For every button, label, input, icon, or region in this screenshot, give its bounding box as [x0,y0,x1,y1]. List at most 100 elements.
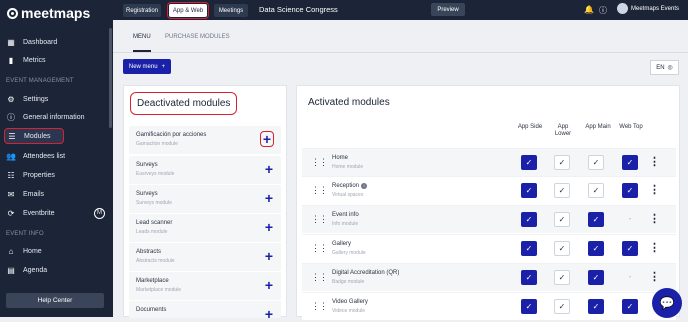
checkbox-app-side[interactable]: ✓ [521,155,537,170]
list-item[interactable]: Lead scanner Leads module + [129,214,281,242]
info-icon[interactable]: i [361,183,368,189]
more-options-icon[interactable]: ⋮ [649,241,660,254]
meetmaps-logo[interactable]: meetmaps [7,4,90,22]
sidebar-item-settings[interactable]: ⚙ Settings [4,91,108,107]
language-label: EN [656,64,665,71]
module-sub: Abstracts module [136,258,175,264]
sidebar-item-label: Modules [24,132,51,140]
list-item[interactable]: Surveys Surveys module + [129,185,281,213]
add-module-button[interactable]: + [265,278,273,292]
checkbox-app-lower[interactable]: ✓ [554,299,570,314]
preview-button[interactable]: Preview [431,3,465,16]
checkbox-app-lower[interactable]: ✓ [554,183,570,198]
more-options-icon[interactable]: ⋮ [649,212,660,225]
list-item[interactable]: Surveys Eusrveys module + [129,156,281,184]
more-options-icon[interactable]: ⋮ [649,155,660,168]
checkbox-app-side[interactable]: ✓ [521,212,537,227]
sidebar-section-event-info: EVENT INFO [6,231,44,237]
module-sub: Gamaction module [136,141,178,147]
email-icon: ✉ [7,189,15,199]
add-module-button[interactable]: + [265,249,273,263]
bell-icon[interactable]: 🔔 [584,5,594,14]
checkbox-app-lower[interactable]: ✓ [554,270,570,285]
chat-icon[interactable]: 💬 [652,288,682,318]
add-module-button[interactable]: + [265,307,273,321]
column-header-app-side: App Side [517,124,543,130]
sidebar-item-agenda[interactable]: ▤ Agenda [4,262,108,278]
tab-meetings[interactable]: Meetings [214,4,248,17]
tab-purchase-modules[interactable]: PURCHASE MODULES [165,34,230,40]
sidebar-item-label: Agenda [23,266,48,274]
drag-handle-icon[interactable]: ⋮⋮ [311,301,328,312]
page-tabs: MENU PURCHASE MODULES [113,20,688,53]
module-name: Reception i [332,183,368,189]
list-item[interactable]: Marketplace Marketplace module + [129,272,281,300]
tab-menu[interactable]: MENU [133,34,151,52]
new-menu-button[interactable]: New menu + [123,59,171,74]
add-module-button[interactable]: + [259,131,275,147]
tab-registration[interactable]: Registration [123,4,161,17]
column-header-app-lower: App Lower [554,124,572,137]
module-sub: Gallery module [332,250,366,256]
checkbox-app-main[interactable]: ✓ [588,299,604,314]
module-sub: Leads module [136,229,168,235]
drag-handle-icon[interactable]: ⋮⋮ [311,243,328,254]
drag-handle-icon[interactable]: ⋮⋮ [311,157,328,168]
checkbox-app-lower[interactable]: ✓ [554,212,570,227]
checkbox-web-top[interactable]: ✓ [622,155,638,170]
help-center-button[interactable]: Help Center [6,293,104,308]
checkbox-app-lower[interactable]: ✓ [554,155,570,170]
add-module-button[interactable]: + [265,191,273,205]
checkbox-app-side[interactable]: ✓ [521,270,537,285]
sidebar-item-metrics[interactable]: ▮ Metrics [4,52,108,68]
sidebar-item-properties[interactable]: ☷ Properties [4,167,108,183]
more-options-icon[interactable]: ⋮ [649,270,660,283]
sidebar-item-general-information[interactable]: ⓘ General information [4,109,108,125]
add-module-button[interactable]: + [265,162,273,176]
sidebar-item-dashboard[interactable]: ▦ Dashboard [4,34,108,50]
new-menu-label: New menu [128,63,158,70]
add-module-button[interactable]: + [265,220,273,234]
sidebar-item-attendees-list[interactable]: 👥 Attendees list [4,148,108,164]
drag-handle-icon[interactable]: ⋮⋮ [311,272,328,283]
sidebar-item-label: Properties [23,171,55,179]
table-row: ⋮⋮ Home Home module ✓ ✓ ✓ ✓ ⋮ [302,148,676,176]
sidebar-item-modules[interactable]: ☰ Modules [4,128,64,144]
checkbox-app-main[interactable]: ✓ [588,183,604,198]
checkbox-app-main[interactable]: ✓ [588,212,604,227]
calendar-icon: ▤ [7,265,15,275]
table-row: ⋮⋮ Reception i Virtual spaces ✓ ✓ ✓ ✓ ⋮ [302,176,676,204]
list-item[interactable]: Abstracts Abstracts module + [129,243,281,271]
module-name: Marketplace [136,278,169,284]
sidebar-scrollbar[interactable] [109,28,112,128]
sidebar-item-home[interactable]: ⌂ Home [4,243,108,259]
sidebar-item-eventbrite[interactable]: ⟳ Eventbrite M [4,205,108,221]
checkbox-app-main[interactable]: ✓ [588,270,604,285]
drag-handle-icon[interactable]: ⋮⋮ [311,214,328,225]
deactivated-modules-panel: Deactivated modules Gamificación por acc… [123,85,287,321]
checkbox-app-side[interactable]: ✓ [521,299,537,314]
checkbox-app-lower[interactable]: ✓ [554,241,570,256]
checkbox-app-side[interactable]: ✓ [521,183,537,198]
tab-app-web[interactable]: App & Web [167,2,209,19]
checkbox-app-main[interactable]: ✓ [588,241,604,256]
event-title: Data Science Congress [259,5,338,14]
checkbox-app-side[interactable]: ✓ [521,241,537,256]
module-name: Abstracts [136,249,162,255]
account-name: Meetmaps Events [631,5,680,12]
list-item[interactable]: Documents + [129,301,281,321]
activated-modules-panel: Activated modules App Side App Lower App… [296,85,680,320]
list-item[interactable]: Gamificación por acciones Gamaction modu… [129,126,281,154]
account-menu[interactable]: Meetmaps Events [617,3,679,14]
more-options-icon[interactable]: ⋮ [649,183,660,196]
help-icon[interactable]: ⓘ [599,5,607,16]
language-selector[interactable]: EN ◎ [650,60,679,75]
checkbox-web-top[interactable]: ✓ [622,299,638,314]
users-icon: 👥 [6,151,16,161]
checkbox-web-top[interactable]: ✓ [622,241,638,256]
checkbox-web-top[interactable]: ✓ [622,183,638,198]
checkbox-app-main[interactable]: ✓ [588,155,604,170]
drag-handle-icon[interactable]: ⋮⋮ [311,185,328,196]
sidebar-item-emails[interactable]: ✉ Emails [4,186,108,202]
module-name: Video Gallery [332,299,368,305]
